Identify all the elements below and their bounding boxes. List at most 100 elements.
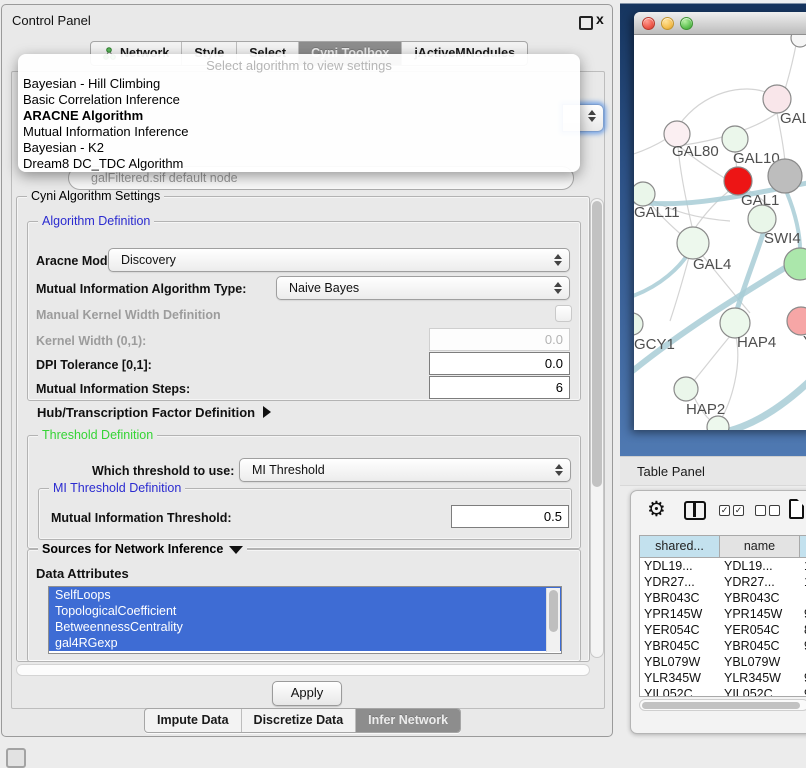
column-header-a[interactable]: A bbox=[800, 536, 806, 558]
mi-type-label: Mutual Information Algorithm Type: bbox=[36, 282, 246, 296]
algorithm-option-bayesian-hill-climbing[interactable]: Bayesian - Hill Climbing bbox=[18, 76, 580, 92]
table-cell: YDL19... bbox=[640, 558, 720, 574]
checkbox-unchecked-icon[interactable] bbox=[755, 505, 766, 516]
float-panel-icon[interactable] bbox=[579, 16, 593, 30]
node-label: GAL4 bbox=[693, 256, 731, 273]
spinner-arrows-icon bbox=[554, 253, 562, 267]
checkbox-unchecked-icon[interactable] bbox=[769, 505, 780, 516]
table-row[interactable]: YPR145WYPR145W9. bbox=[640, 606, 806, 622]
network-node-gal10[interactable] bbox=[722, 126, 748, 152]
network-view-window: GALGAL80GAL10GAL1GAL11SWI4GAL4GCY1HAP4YH… bbox=[634, 12, 806, 430]
close-window-button[interactable] bbox=[642, 17, 655, 30]
table-row[interactable]: YDR27...YDR27...12 bbox=[640, 574, 806, 590]
table-hscroll-thumb[interactable] bbox=[642, 702, 800, 709]
aracne-mode-combo[interactable]: Discovery bbox=[108, 248, 570, 272]
network-node[interactable] bbox=[791, 35, 806, 47]
network-node-gal11[interactable] bbox=[634, 182, 655, 206]
table-row[interactable]: YBL079WYBL079W bbox=[640, 654, 806, 670]
network-node[interactable] bbox=[768, 159, 802, 193]
dpi-tolerance-input[interactable] bbox=[429, 352, 570, 375]
spinner-arrows-icon bbox=[554, 281, 562, 295]
network-node-swi4[interactable] bbox=[748, 205, 776, 233]
table-row[interactable]: YER054CYER054C8. bbox=[640, 622, 806, 638]
network-node-hap2[interactable] bbox=[674, 377, 698, 401]
data-attribute-item[interactable]: BetweennessCentrality bbox=[49, 619, 561, 635]
data-attribute-item[interactable]: TopologicalCoefficient bbox=[49, 603, 561, 619]
tab-infer-network[interactable]: Infer Network bbox=[355, 709, 460, 732]
zoom-window-button[interactable] bbox=[680, 17, 693, 30]
manual-kernel-checkbox bbox=[555, 305, 572, 322]
data-attribute-item[interactable]: SelfLoops bbox=[49, 587, 561, 603]
kernel-width-label: Kernel Width (0,1): bbox=[36, 334, 146, 348]
network-edge[interactable] bbox=[692, 335, 731, 383]
algorithm-option-bayesian-k2[interactable]: Bayesian - K2 bbox=[18, 140, 580, 156]
kernel-width-input bbox=[429, 328, 570, 351]
checkbox-checked-icon[interactable]: ✓ bbox=[719, 505, 730, 516]
settings-group-title: Cyni Algorithm Settings bbox=[27, 189, 164, 203]
data-attribute-item[interactable]: gal4RGexp bbox=[49, 635, 561, 651]
network-edge[interactable] bbox=[735, 231, 764, 317]
sources-toggle[interactable]: Sources for Network Inference bbox=[38, 542, 247, 556]
list-scroll-thumb[interactable] bbox=[549, 590, 558, 632]
new-table-icon[interactable] bbox=[789, 499, 804, 519]
network-window-titlebar[interactable] bbox=[634, 12, 806, 35]
floating-panel-chip[interactable] bbox=[6, 748, 26, 768]
settings-scroll-thumb[interactable] bbox=[592, 201, 602, 487]
network-node-gal[interactable] bbox=[763, 85, 791, 113]
mi-threshold-input[interactable] bbox=[451, 505, 569, 528]
algorithm-option-basic-correlation-inference[interactable]: Basic Correlation Inference bbox=[18, 92, 580, 108]
network-edge[interactable] bbox=[720, 373, 806, 430]
table-row[interactable]: YBR045CYBR045C9. bbox=[640, 638, 806, 654]
table-cell: YER054C bbox=[720, 622, 800, 638]
network-edge[interactable] bbox=[679, 89, 768, 125]
hub-definition-toggle[interactable]: Hub/Transcription Factor Definition bbox=[37, 405, 271, 420]
minimize-window-button[interactable] bbox=[661, 17, 674, 30]
gear-icon[interactable]: ⚙ bbox=[647, 497, 666, 522]
tab-label: Impute Data bbox=[157, 709, 229, 732]
table-cell: YBL079W bbox=[640, 654, 720, 670]
settings-scrollbar[interactable] bbox=[590, 198, 604, 658]
network-edge[interactable] bbox=[693, 187, 734, 231]
network-node-gcy1[interactable] bbox=[634, 313, 643, 335]
cyni-algorithm-settings-group: Cyni Algorithm Settings Algorithm Defini… bbox=[16, 196, 590, 662]
table-row[interactable]: YBR043CYBR043C bbox=[640, 590, 806, 606]
table-row[interactable]: YDL19...YDL19...13 bbox=[640, 558, 806, 574]
data-attributes-list[interactable]: SelfLoopsTopologicalCoefficientBetweenne… bbox=[48, 586, 562, 654]
column-browser-icon[interactable] bbox=[684, 501, 706, 520]
network-node-y[interactable] bbox=[787, 307, 806, 335]
table-row[interactable]: YLR345WYLR345W9. bbox=[640, 670, 806, 686]
algorithm-option-aracne-algorithm[interactable]: ARACNE Algorithm bbox=[18, 108, 580, 124]
table-cell: 9. bbox=[800, 638, 806, 654]
table-cell: YPR145W bbox=[640, 606, 720, 622]
node-label: GAL bbox=[780, 110, 806, 127]
mi-steps-input[interactable] bbox=[429, 376, 570, 399]
network-node-gal4[interactable] bbox=[677, 227, 709, 259]
network-node[interactable] bbox=[707, 416, 729, 430]
table-cell: 9. bbox=[800, 606, 806, 622]
algorithm-dropdown-popup: Select algorithm to view settings Bayesi… bbox=[18, 54, 580, 172]
tab-discretize-data[interactable]: Discretize Data bbox=[241, 709, 356, 732]
checkbox-checked-icon[interactable]: ✓ bbox=[733, 505, 744, 516]
list-scrollbar[interactable] bbox=[546, 588, 560, 652]
network-edge[interactable] bbox=[634, 139, 666, 155]
expanded-arrow-icon bbox=[229, 546, 243, 554]
mi-type-combo[interactable]: Naive Bayes bbox=[276, 276, 570, 300]
network-node[interactable] bbox=[784, 248, 806, 280]
table-hscrollbar[interactable] bbox=[639, 699, 806, 711]
algorithm-option-dream8-dc-tdc-algorithm[interactable]: Dream8 DC_TDC Algorithm bbox=[18, 156, 580, 172]
network-canvas[interactable]: GALGAL80GAL10GAL1GAL11SWI4GAL4GCY1HAP4YH… bbox=[634, 35, 806, 430]
settings-hscrollbar[interactable] bbox=[16, 664, 590, 676]
node-label: GCY1 bbox=[634, 336, 675, 353]
network-node-gal1[interactable] bbox=[724, 167, 752, 195]
table-cell: 8. bbox=[800, 622, 806, 638]
close-icon[interactable]: x bbox=[596, 11, 604, 27]
column-header-shared[interactable]: shared... bbox=[640, 536, 720, 558]
table-row[interactable]: YIL052CYIL052C9. bbox=[640, 686, 806, 697]
column-header-name[interactable]: name bbox=[720, 536, 800, 558]
apply-button[interactable]: Apply bbox=[272, 681, 342, 706]
table-cell: YBL079W bbox=[720, 654, 800, 670]
which-threshold-combo[interactable]: MI Threshold bbox=[239, 458, 571, 482]
collapsed-arrow-icon bbox=[263, 406, 271, 418]
algorithm-option-mutual-information-inference[interactable]: Mutual Information Inference bbox=[18, 124, 580, 140]
tab-impute-data[interactable]: Impute Data bbox=[145, 709, 241, 732]
